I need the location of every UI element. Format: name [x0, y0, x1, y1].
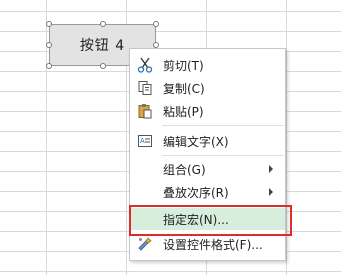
edit-text-icon: A — [131, 130, 159, 152]
menu-item-paste[interactable]: 粘贴(P) — [131, 100, 285, 122]
menu-item-cut-label: 剪切(T) — [163, 58, 204, 73]
resize-handle-top-right[interactable] — [153, 21, 159, 27]
scissors-icon — [131, 54, 159, 76]
submenu-arrow-icon — [269, 165, 273, 173]
menu-item-order-label: 叠放次序(R) — [163, 185, 229, 200]
menu-item-edit-text-label: 编辑文字(X) — [163, 134, 229, 149]
submenu-arrow-icon — [269, 188, 273, 196]
form-button-label: 按钮 4 — [79, 38, 126, 54]
menu-separator — [162, 125, 284, 126]
menu-item-copy-label: 复制(C) — [163, 81, 205, 96]
annotation-highlight-box — [129, 205, 292, 236]
copy-icon — [131, 77, 159, 99]
menu-item-format-control-label: 设置控件格式(F)... — [163, 237, 263, 252]
blank-icon — [131, 158, 159, 180]
format-control-icon — [131, 233, 159, 255]
menu-item-group-label: 组合(G) — [163, 162, 206, 177]
menu-item-cut[interactable]: 剪切(T) — [131, 54, 285, 76]
menu-item-order[interactable]: 叠放次序(R) — [131, 181, 285, 203]
menu-item-copy[interactable]: 复制(C) — [131, 77, 285, 99]
blank-icon — [131, 181, 159, 203]
resize-handle-top-left[interactable] — [46, 21, 52, 27]
menu-item-format-control[interactable]: 设置控件格式(F)... — [131, 233, 285, 255]
resize-handle-bottom-middle[interactable] — [100, 63, 106, 69]
menu-separator — [162, 155, 284, 156]
resize-handle-middle-left[interactable] — [46, 42, 52, 48]
resize-handle-bottom-left[interactable] — [46, 63, 52, 69]
menu-item-edit-text[interactable]: A 编辑文字(X) — [131, 130, 285, 152]
svg-text:A: A — [140, 137, 145, 145]
menu-item-paste-label: 粘贴(P) — [163, 104, 204, 119]
resize-handle-top-middle[interactable] — [100, 21, 106, 27]
paste-icon — [131, 100, 159, 122]
menu-item-group[interactable]: 组合(G) — [131, 158, 285, 180]
